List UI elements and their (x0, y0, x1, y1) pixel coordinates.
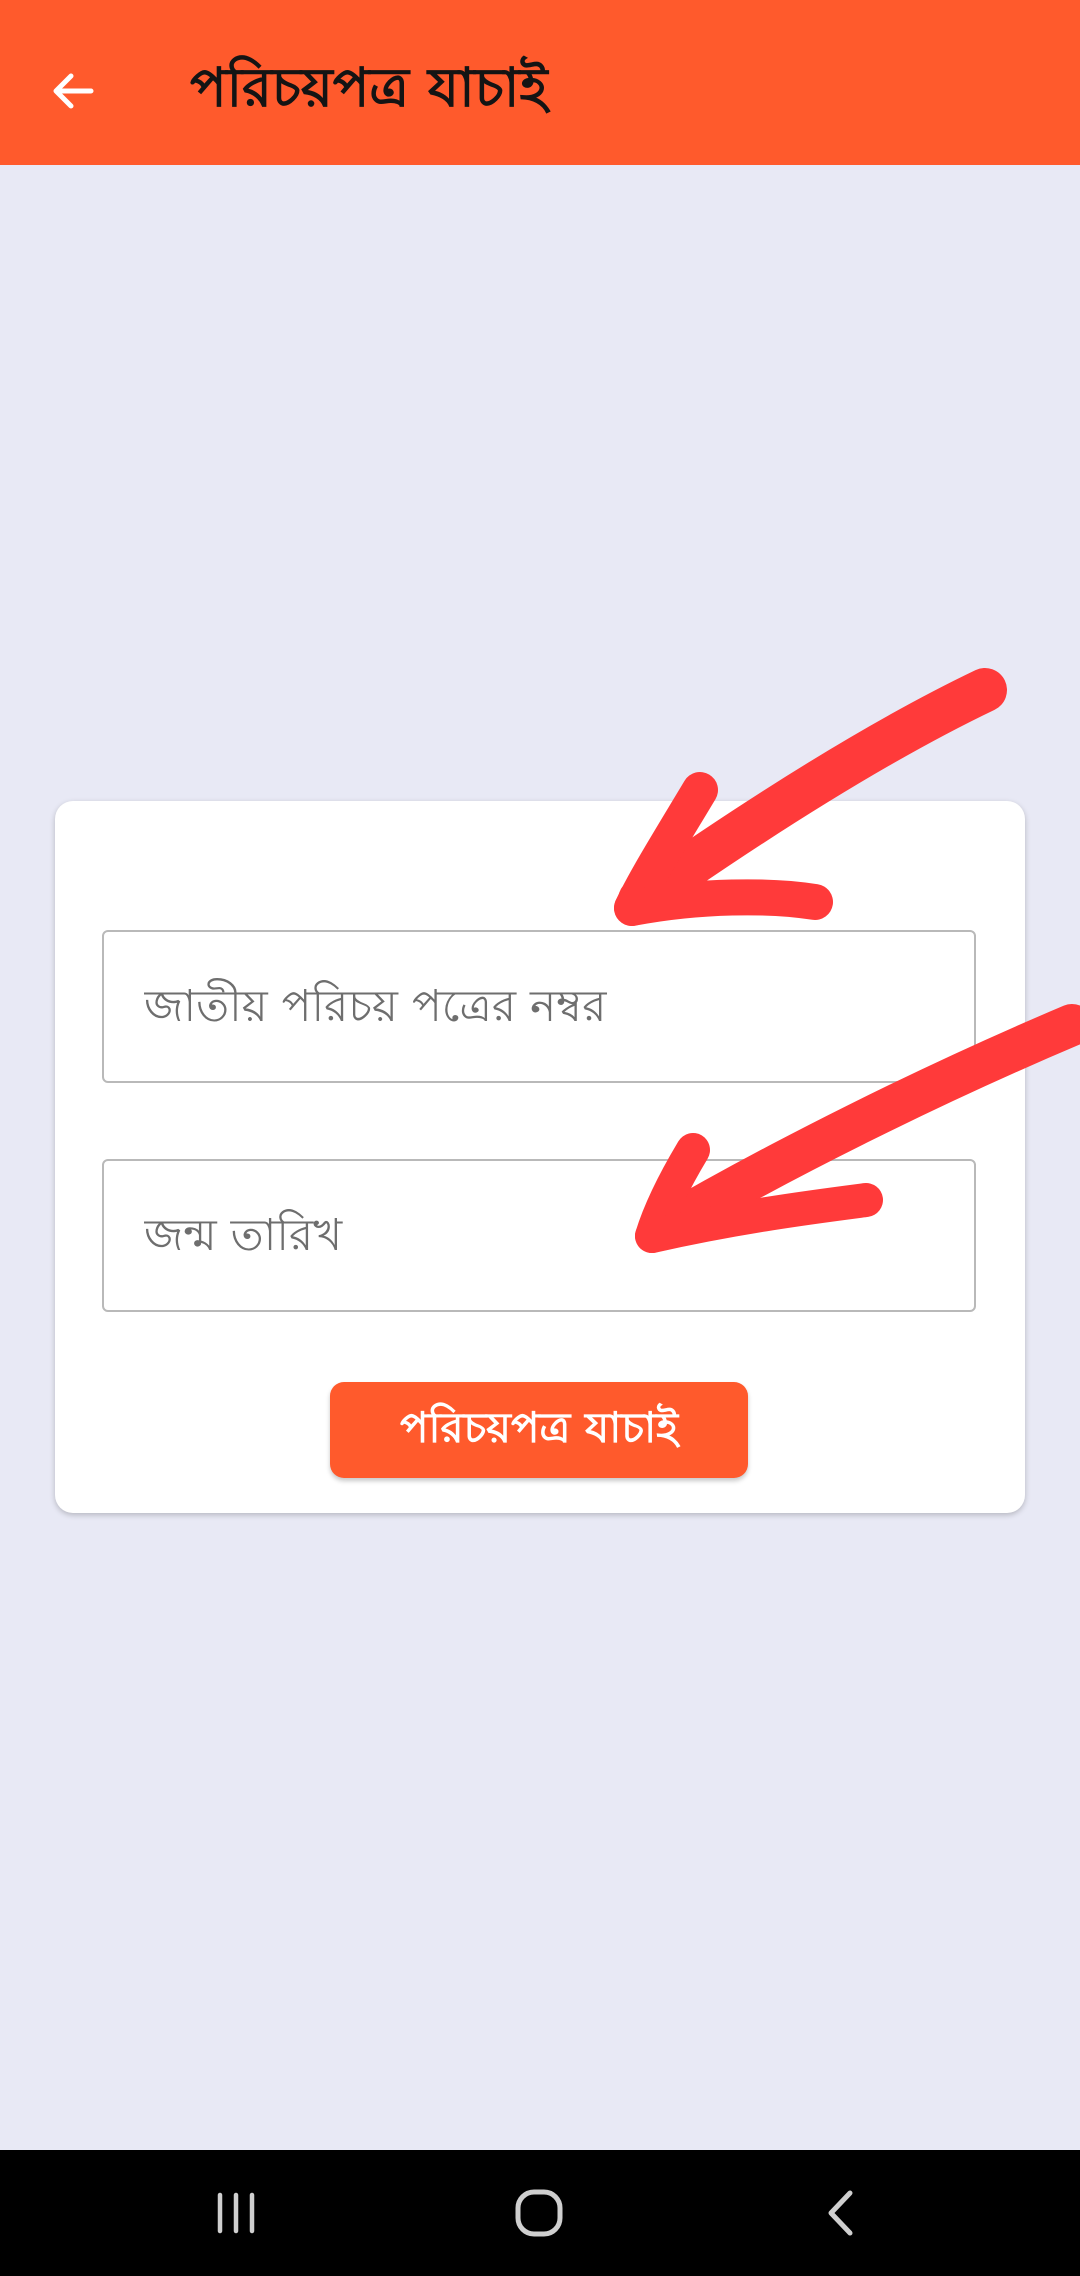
back-icon (828, 2190, 853, 2236)
home-icon (515, 2189, 563, 2237)
system-nav-bar (0, 2150, 1080, 2276)
recents-button[interactable] (166, 2150, 306, 2276)
home-button[interactable] (469, 2150, 609, 2276)
nid-field[interactable] (102, 930, 976, 1083)
app-bar: পরিচয়পত্র যাচাই (0, 0, 1080, 165)
dob-input[interactable] (104, 1161, 974, 1310)
system-back-button[interactable] (771, 2150, 911, 2276)
verify-button[interactable]: পরিচয়পত্র যাচাই (330, 1382, 748, 1478)
arrow-left-icon (53, 73, 94, 109)
nid-input[interactable] (104, 932, 974, 1081)
recents-icon (217, 2192, 255, 2234)
verification-card: পরিচয়পত্র যাচাই (55, 801, 1025, 1513)
back-button[interactable] (34, 52, 112, 130)
page-title: পরিচয়পত্র যাচাই (190, 56, 548, 119)
dob-field[interactable] (102, 1159, 976, 1312)
